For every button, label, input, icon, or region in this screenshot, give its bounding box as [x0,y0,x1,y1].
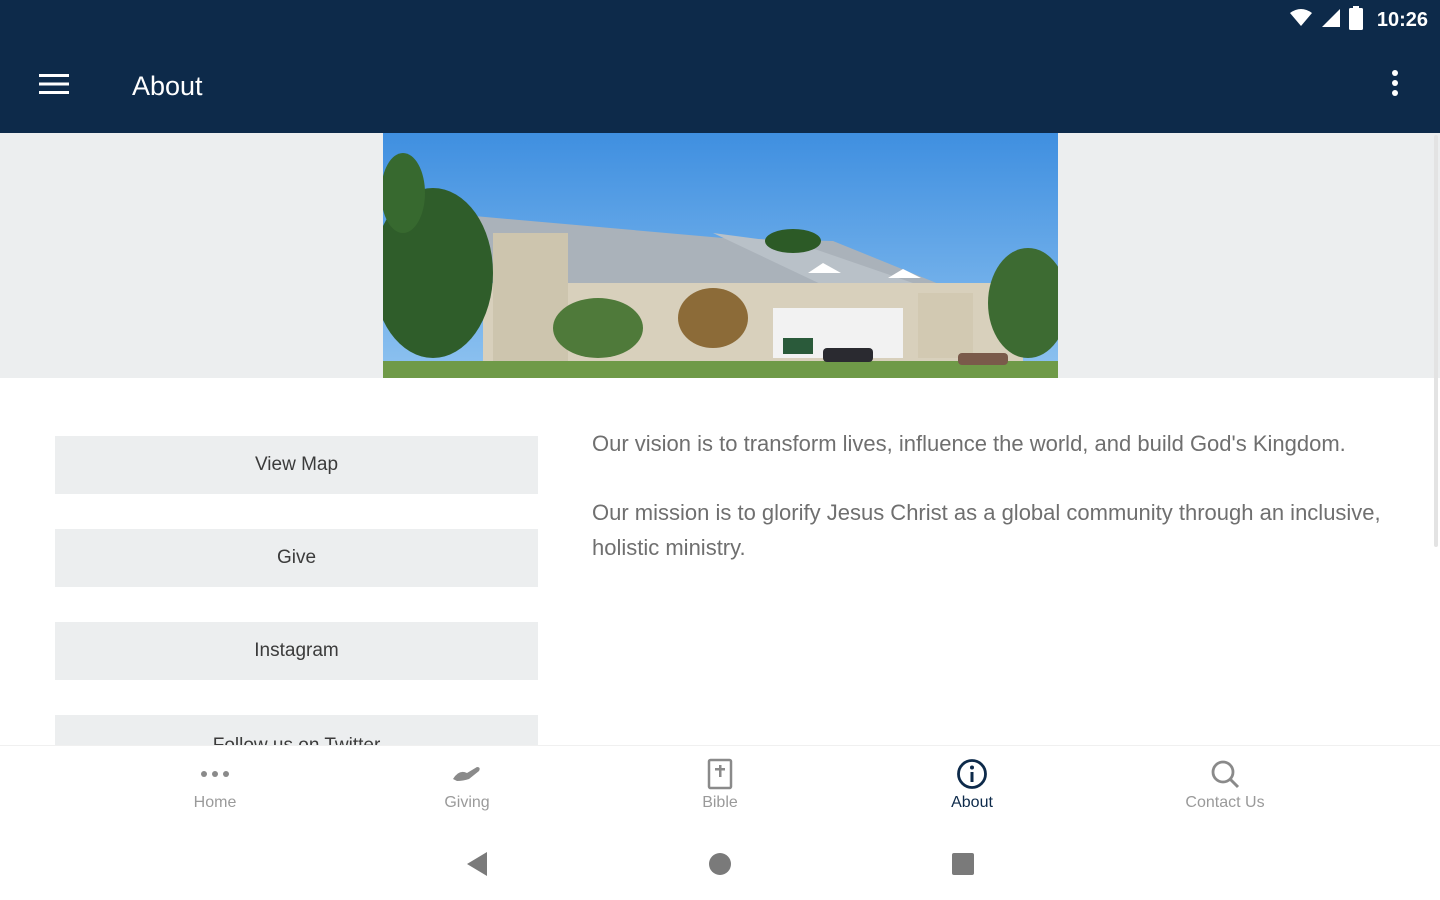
hamburger-menu-icon [39,73,69,100]
battery-icon [1348,5,1363,35]
page-title: About [132,71,203,101]
mission-statement: Our mission is to glorify Jesus Christ a… [592,500,1381,560]
scrollbar[interactable] [1434,135,1438,547]
view-map-button[interactable]: View Map [55,436,538,494]
instagram-button[interactable]: Instagram [55,622,538,680]
overflow-menu-button[interactable] [1380,64,1410,106]
about-description: Our vision is to transform lives, influe… [592,426,1382,599]
wifi-icon [1289,8,1313,33]
info-icon [956,756,988,792]
bible-icon [707,756,733,792]
menu-button[interactable] [32,66,76,106]
recents-square-icon [951,852,975,881]
nav-home[interactable]: Home [145,756,285,820]
nav-about[interactable]: About [902,756,1042,820]
signal-icon [1321,8,1341,33]
give-button[interactable]: Give [55,529,538,587]
system-navigation-bar [0,825,1440,900]
giving-hand-icon [451,756,483,792]
church-building-image [383,133,1058,378]
nav-home-label: Home [193,794,237,811]
hero-banner [0,133,1440,378]
system-recents-button[interactable] [948,851,978,881]
clock: 10:26 [1376,8,1428,31]
nav-contact-us[interactable]: Contact Us [1155,756,1295,820]
system-home-button[interactable] [705,851,735,881]
search-icon [1210,756,1240,792]
more-vert-icon [1391,69,1399,102]
nav-bible-label: Bible [702,794,738,811]
nav-giving[interactable]: Giving [397,756,537,820]
system-back-button[interactable] [462,851,492,881]
nav-contact-us-label: Contact Us [1185,794,1265,811]
nav-about-label: About [951,794,993,811]
back-icon [465,851,489,882]
nav-bible[interactable]: Bible [650,756,790,820]
more-horiz-icon [200,756,230,792]
app-bar: 10:26 About [0,0,1440,133]
vision-statement: Our vision is to transform lives, influe… [592,431,1346,456]
twitter-button[interactable]: Follow us on Twitter [55,715,538,745]
nav-giving-label: Giving [444,794,490,811]
home-circle-icon [708,852,732,881]
status-bar: 10:26 [1289,5,1428,35]
bottom-navigation: Home Giving Bible About Contact Us [0,745,1440,825]
